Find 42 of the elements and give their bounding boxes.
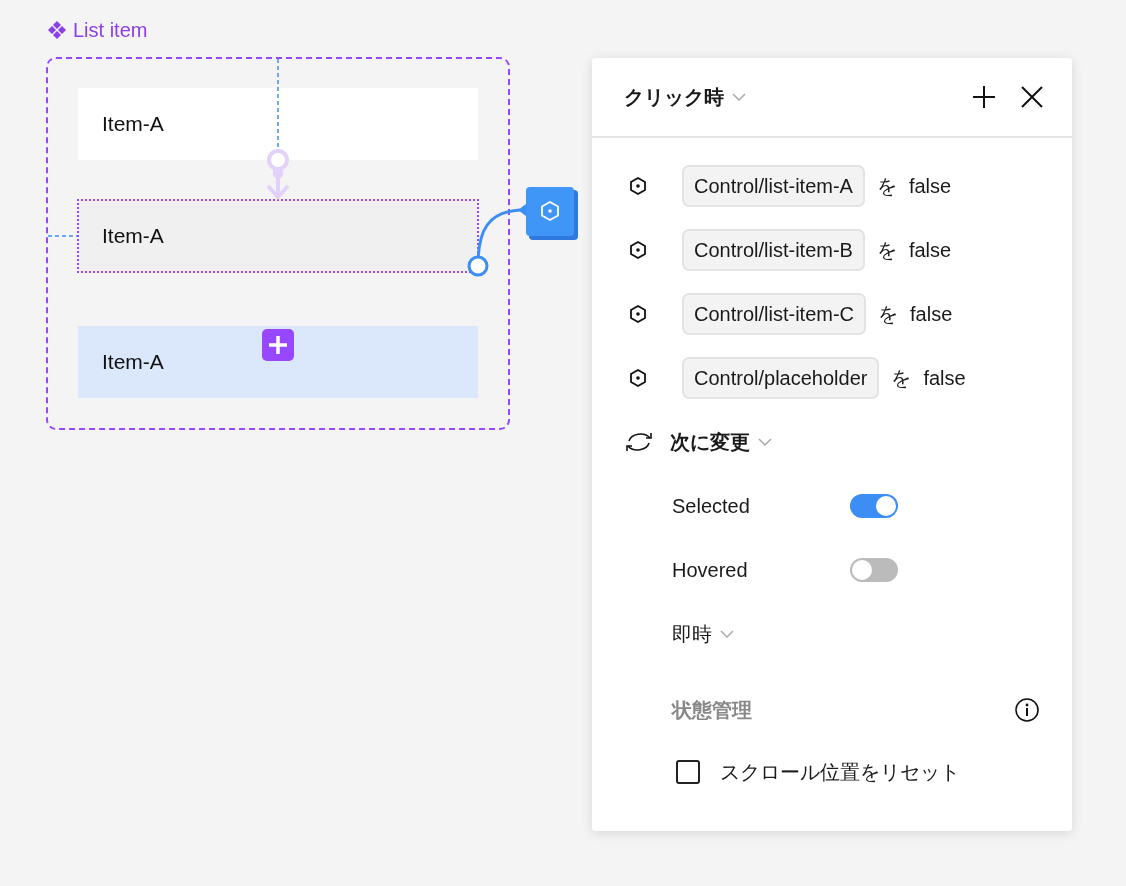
close-button[interactable] (1020, 85, 1044, 109)
refresh-icon (624, 431, 654, 453)
list-item[interactable]: Item-A (78, 326, 478, 398)
variable-chip[interactable]: Control/list-item-C (682, 293, 867, 335)
guide-line (47, 235, 78, 237)
value-text[interactable]: false (910, 299, 953, 329)
property-label: Selected (672, 494, 751, 519)
variable-icon (628, 240, 648, 260)
section-title: 状態管理 (672, 698, 752, 723)
variable-icon (628, 304, 648, 324)
particle-text: を (878, 302, 899, 327)
list-item[interactable]: Item-A (78, 200, 478, 272)
chevron-down-icon (720, 630, 734, 638)
checkbox[interactable] (676, 760, 700, 784)
property-label: Hovered (672, 558, 749, 583)
component-name[interactable]: List item (73, 15, 148, 45)
particle-text: を (891, 366, 912, 391)
value-text[interactable]: false (908, 235, 952, 265)
particle-text: を (876, 238, 897, 263)
add-button[interactable] (972, 85, 996, 109)
component-icon (47, 20, 67, 40)
info-icon[interactable] (1014, 697, 1040, 723)
particle-text: を (876, 174, 897, 199)
variable-icon (628, 176, 648, 196)
chevron-down-icon (758, 438, 772, 446)
variable-icon (628, 368, 648, 388)
value-text[interactable]: false (908, 171, 952, 201)
value-text[interactable]: false (923, 363, 966, 393)
change-dropdown[interactable]: 次に変更 (670, 427, 750, 457)
list-item[interactable]: Item-A (78, 88, 478, 160)
drop-indicator-icon (266, 149, 290, 200)
chevron-down-icon (732, 93, 746, 101)
variable-chip[interactable]: Control/list-item-B (682, 229, 865, 271)
option-label: スクロール位置をリセット (720, 760, 960, 785)
toggle-switch[interactable] (850, 494, 898, 518)
toggle-switch[interactable] (850, 558, 898, 582)
variable-node-icon (526, 187, 578, 240)
variable-chip[interactable]: Control/list-item-A (682, 165, 865, 207)
trigger-dropdown[interactable]: クリック時 (624, 82, 724, 112)
transition-dropdown[interactable]: 即時 (672, 619, 712, 649)
variable-chip[interactable]: Control/placeholder (682, 357, 880, 399)
add-icon[interactable] (262, 329, 294, 361)
